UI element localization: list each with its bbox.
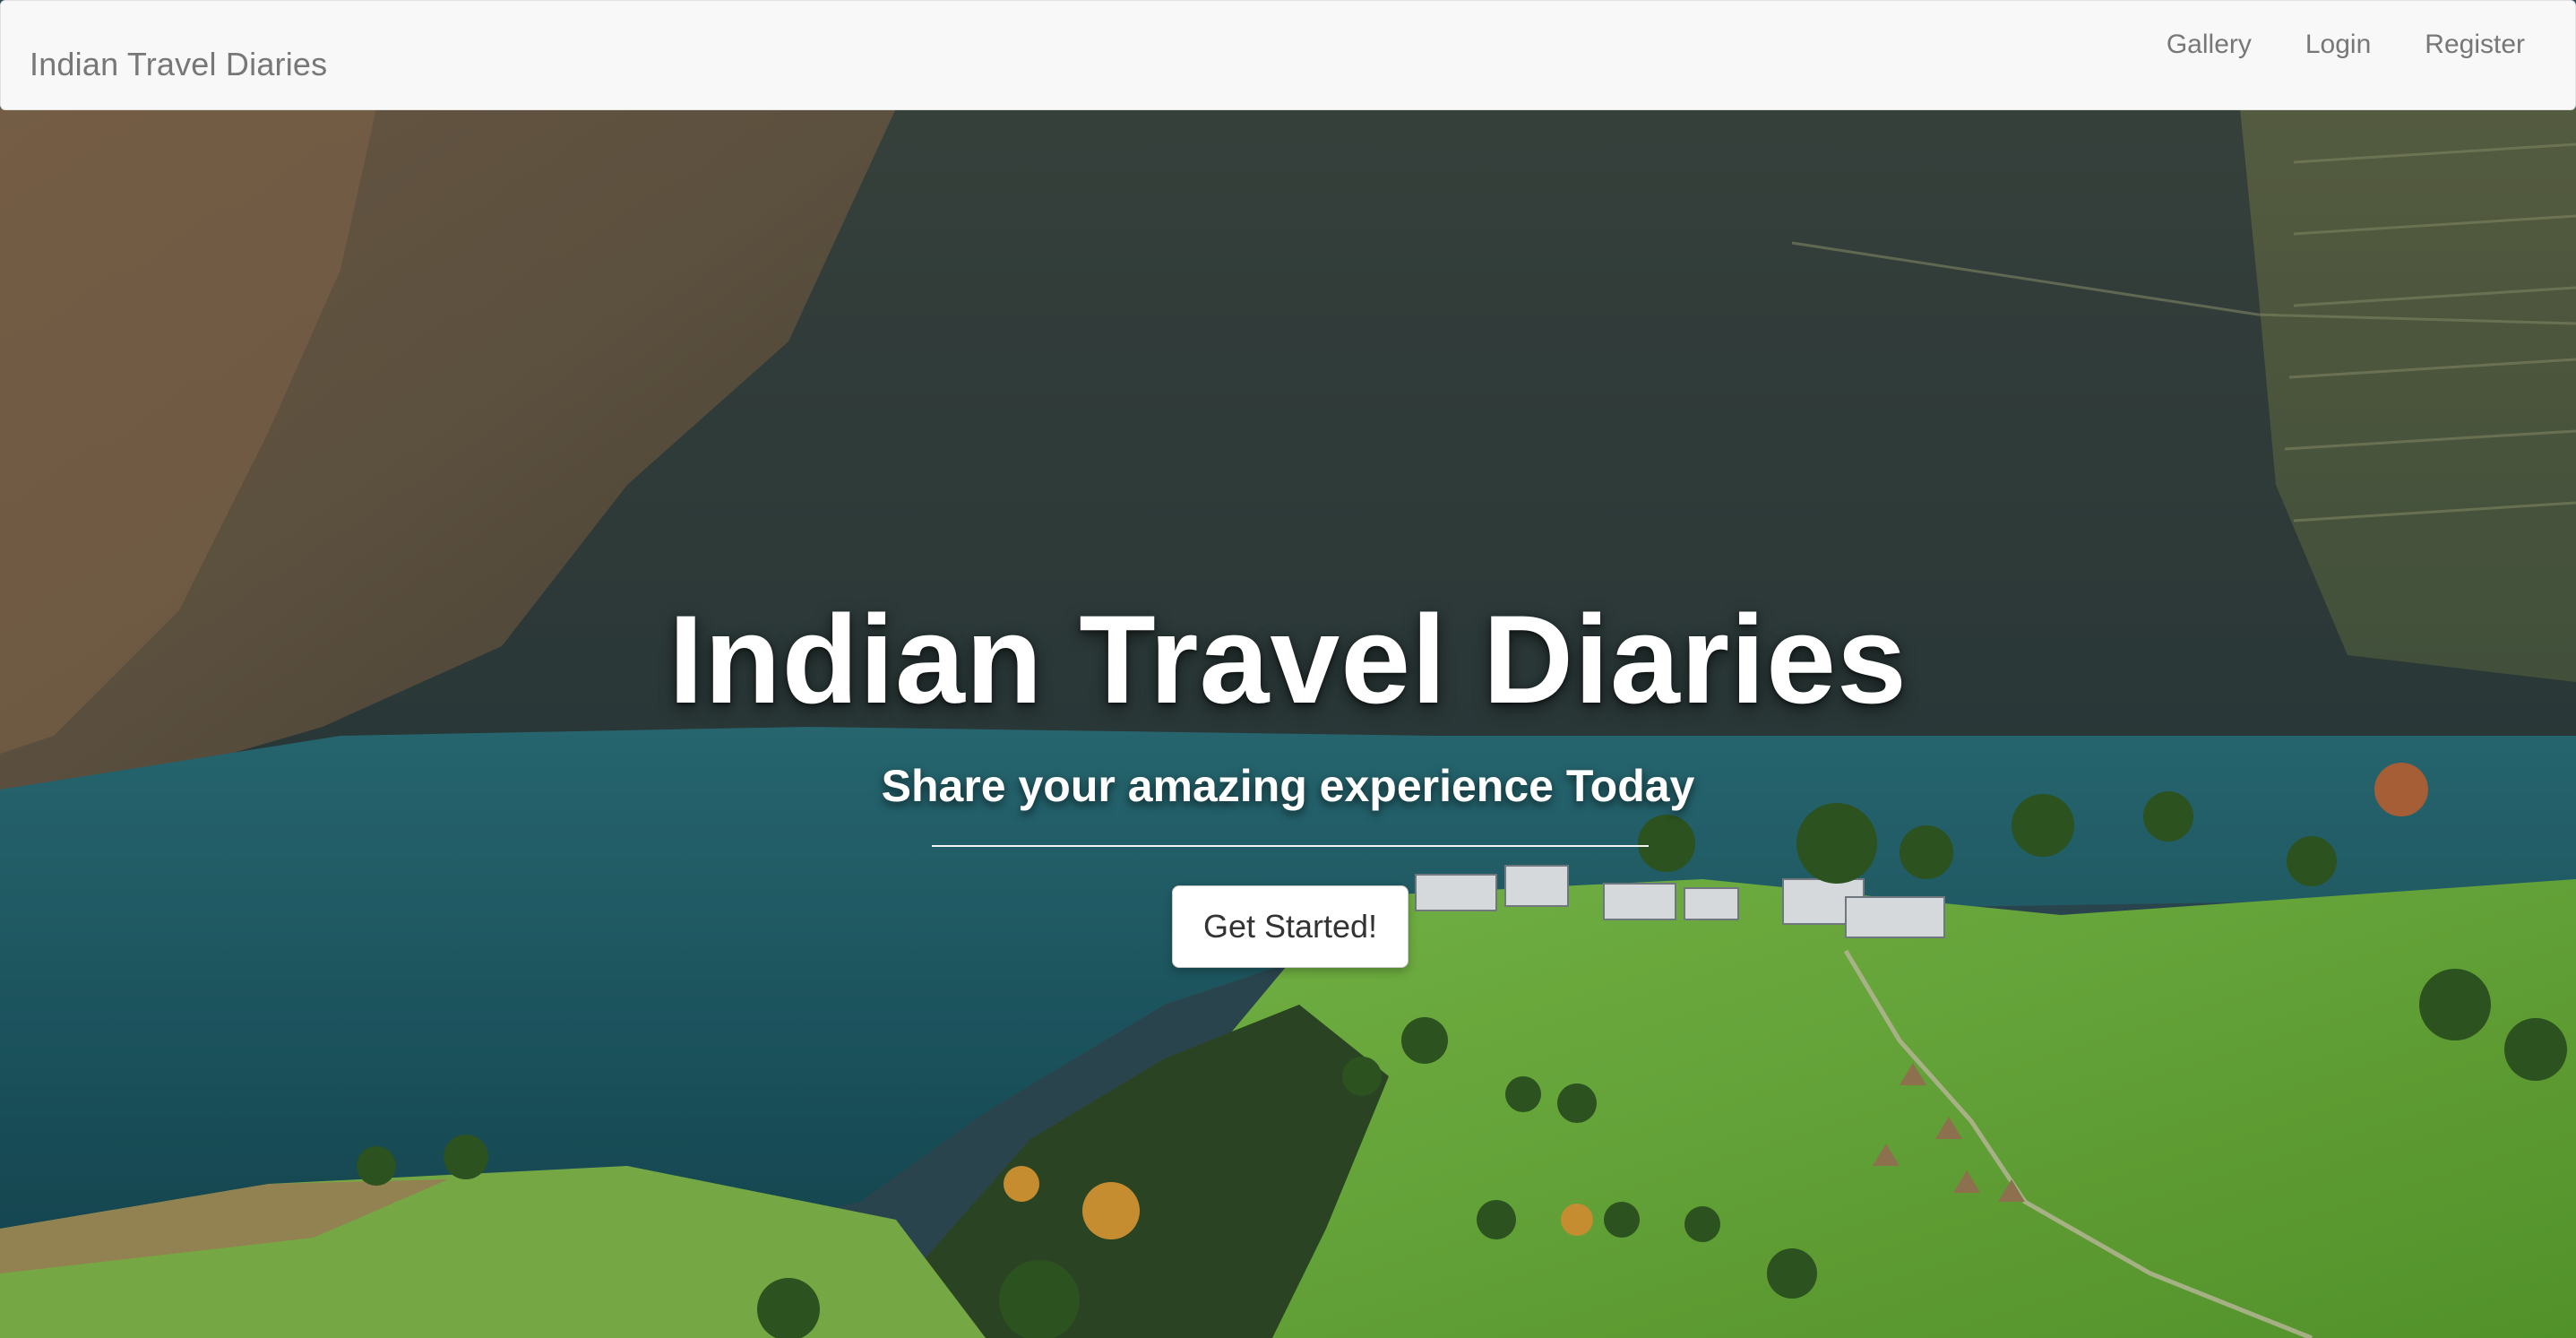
landing-page: Indian Travel Diaries Gallery Login Regi… bbox=[0, 0, 2576, 1338]
nav-gallery-link[interactable]: Gallery bbox=[2140, 30, 2279, 60]
hero-divider bbox=[932, 845, 1649, 847]
nav-links: Gallery Login Register bbox=[2140, 30, 2575, 60]
hero-section: Indian Travel Diaries Share your amazing… bbox=[0, 0, 2576, 1338]
hero-title: Indian Travel Diaries bbox=[668, 589, 1908, 729]
top-navbar: Indian Travel Diaries Gallery Login Regi… bbox=[0, 0, 2576, 110]
nav-login-link[interactable]: Login bbox=[2279, 30, 2398, 60]
get-started-button[interactable]: Get Started! bbox=[1172, 885, 1409, 968]
hero-subtitle: Share your amazing experience Today bbox=[881, 761, 1695, 811]
nav-register-link[interactable]: Register bbox=[2398, 30, 2575, 60]
brand-link[interactable]: Indian Travel Diaries bbox=[30, 46, 327, 83]
